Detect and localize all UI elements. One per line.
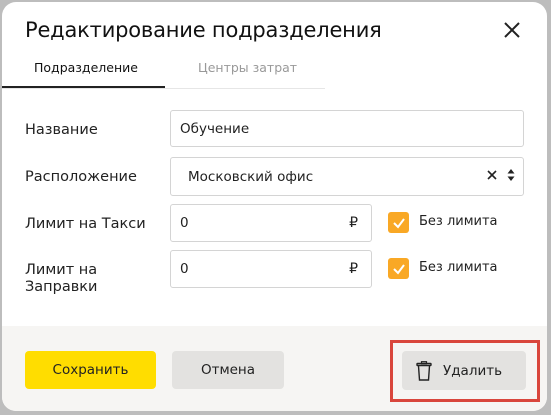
name-value: Обучение — [180, 120, 250, 137]
close-icon[interactable] — [498, 16, 526, 44]
dialog-title: Редактирование подразделения — [25, 18, 382, 42]
ruble-sign: ₽ — [349, 261, 358, 277]
taxi-no-limit-checkbox[interactable] — [388, 212, 409, 233]
active-tab-indicator — [2, 86, 165, 88]
trash-icon — [416, 360, 432, 381]
name-input[interactable]: Обучение — [170, 110, 524, 147]
fuel-limit-value: 0 — [180, 261, 189, 277]
taxi-no-limit-label: Без лимита — [419, 214, 498, 229]
tab-department[interactable]: Подразделение — [34, 60, 138, 75]
taxi-limit-value: 0 — [180, 215, 189, 231]
delete-label: Удалить — [443, 362, 503, 379]
fuel-limit-label: Лимит на Заправки — [25, 262, 97, 296]
tab-cost-centers[interactable]: Центры затрат — [198, 60, 297, 75]
delete-button[interactable]: Удалить — [402, 351, 526, 390]
edit-department-dialog: Редактирование подразделения Подразделен… — [2, 2, 547, 411]
location-value: Московский офис — [188, 168, 314, 185]
tab-bar: Подразделение Центры затрат — [2, 52, 325, 89]
taxi-limit-input[interactable]: 0 ₽ — [170, 204, 372, 242]
fuel-limit-label-line1: Лимит на — [25, 262, 98, 278]
checkmark-icon — [392, 217, 405, 229]
fuel-no-limit-checkbox[interactable] — [388, 258, 409, 279]
cancel-button[interactable]: Отмена — [172, 351, 284, 389]
fuel-limit-input[interactable]: 0 ₽ — [170, 250, 372, 288]
fuel-limit-label-line2: Заправки — [25, 279, 98, 295]
clear-icon[interactable] — [486, 169, 498, 185]
dialog-footer: Сохранить Отмена Удалить — [2, 326, 547, 411]
ruble-sign: ₽ — [349, 215, 358, 231]
checkmark-icon — [392, 263, 405, 275]
sort-arrows-icon[interactable] — [507, 168, 515, 186]
location-label: Расположение — [25, 169, 137, 185]
taxi-limit-label: Лимит на Такси — [25, 216, 146, 232]
fuel-no-limit-label: Без лимита — [419, 260, 498, 275]
save-button[interactable]: Сохранить — [25, 351, 156, 389]
location-select[interactable]: Московский офис — [170, 157, 524, 196]
name-label: Название — [25, 122, 98, 138]
